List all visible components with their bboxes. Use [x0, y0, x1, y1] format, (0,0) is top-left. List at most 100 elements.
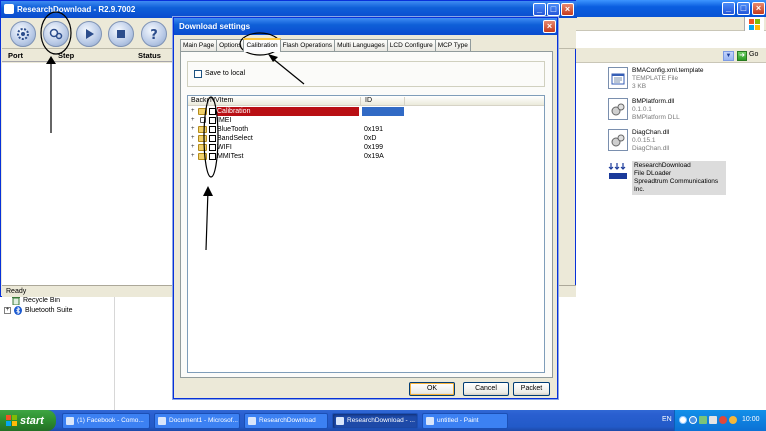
- settings-gear-icon: [17, 28, 29, 40]
- dll-file-icon: [608, 129, 628, 151]
- taskbar-item-word[interactable]: Document1 - Microsof...: [154, 413, 240, 429]
- backup-checkbox[interactable]: [209, 153, 216, 160]
- column-id[interactable]: ID: [363, 97, 405, 106]
- nv-item-id: [362, 107, 404, 116]
- explorer-address-bar: [560, 48, 766, 63]
- settings-tabs: Main Page Options Calibration Flash Oper…: [180, 38, 471, 52]
- nv-item-id: 0xD: [364, 135, 377, 142]
- save-to-local-checkbox[interactable]: [194, 70, 202, 78]
- stop-button[interactable]: [108, 21, 134, 47]
- ok-button[interactable]: OK: [409, 382, 455, 396]
- backup-checkbox[interactable]: [209, 126, 216, 133]
- research-download-icon: [608, 161, 628, 183]
- taskbar-item-research-download[interactable]: ResearchDownload - ...: [332, 413, 418, 429]
- nv-item-tree[interactable]: Backup NVItem ID + Calibration + IMEI + …: [187, 95, 545, 373]
- minimize-button[interactable]: _: [533, 3, 546, 16]
- folder-icon: [248, 417, 256, 425]
- column-backup[interactable]: Backup: [191, 97, 209, 106]
- file-description: BMPlatform DLL: [632, 114, 680, 121]
- taskbar-item-folder[interactable]: ResearchDownload: [244, 413, 328, 429]
- load-packet-icon: [49, 28, 63, 40]
- file-item[interactable]: DiagChan.dll 0.0.15.1 DiagChan.dll: [608, 129, 669, 153]
- window-title: ResearchDownload - R2.9.7002: [17, 5, 136, 14]
- file-name: ResearchDownload: [634, 162, 691, 169]
- cancel-button[interactable]: Cancel: [463, 382, 509, 396]
- dialog-title: Download settings: [179, 22, 251, 31]
- taskbar-item-label: (1) Facebook - Como...: [77, 417, 144, 424]
- taskbar-item-label: ResearchDownload: [259, 417, 316, 424]
- tree-item-bluetooth-suite[interactable]: + Bluetooth Suite: [4, 305, 72, 315]
- file-item[interactable]: BMPlatform.dll 0.1.0.1 BMPlatform DLL: [608, 98, 680, 122]
- column-nvitem[interactable]: NVItem: [210, 97, 361, 106]
- start-button[interactable]: [76, 21, 102, 47]
- dll-file-icon: [608, 98, 628, 120]
- column-step: Step: [58, 51, 75, 60]
- expand-plus-icon[interactable]: +: [191, 153, 196, 159]
- tree-item-mmitest[interactable]: + MMITest 0x19A: [188, 152, 544, 161]
- expand-plus-icon[interactable]: +: [191, 144, 196, 150]
- dialog-close-button[interactable]: ×: [543, 20, 556, 33]
- settings-button[interactable]: [10, 21, 36, 47]
- backup-checkbox[interactable]: [209, 135, 216, 142]
- start-button[interactable]: start: [0, 410, 56, 431]
- expand-plus-icon[interactable]: +: [191, 135, 196, 141]
- network-tray-icon[interactable]: [699, 416, 707, 424]
- help-tray-icon[interactable]: [679, 416, 687, 424]
- explorer-close-button[interactable]: ×: [752, 2, 765, 15]
- nv-item-label: BlueTooth: [217, 126, 249, 133]
- tab-calibration[interactable]: Calibration: [243, 38, 281, 52]
- tree-item-calibration[interactable]: + Calibration: [188, 107, 544, 116]
- backup-checkbox[interactable]: [209, 117, 216, 124]
- folder-icon: [198, 108, 207, 115]
- file-item[interactable]: BMAConfig.xml.template TEMPLATE File 3 K…: [608, 67, 704, 91]
- windows-logo-icon: [744, 17, 764, 31]
- browser-icon: [66, 417, 74, 425]
- file-type: TEMPLATE File: [632, 75, 679, 82]
- nv-item-label: WIFI: [217, 144, 232, 151]
- tree-item-wifi[interactable]: + WIFI 0x199: [188, 143, 544, 152]
- taskbar-item-facebook[interactable]: (1) Facebook - Como...: [62, 413, 150, 429]
- go-button[interactable]: Go: [749, 51, 758, 58]
- start-label: start: [20, 414, 44, 427]
- backup-checkbox[interactable]: [209, 144, 216, 151]
- expand-plus-icon[interactable]: +: [4, 306, 11, 314]
- status-text: Ready: [6, 288, 27, 295]
- tree-item-bluetooth[interactable]: + BlueTooth 0x191: [188, 125, 544, 134]
- expand-plus-icon[interactable]: +: [191, 108, 196, 114]
- file-company: Spreadtrum Communications Inc.: [634, 178, 719, 193]
- expand-plus-icon[interactable]: +: [191, 126, 196, 132]
- close-button[interactable]: ×: [561, 3, 574, 16]
- bluetooth-tray-icon[interactable]: [689, 416, 697, 424]
- nv-item-id: 0x191: [364, 126, 384, 133]
- expand-plus-icon[interactable]: +: [191, 117, 196, 123]
- maximize-button[interactable]: □: [547, 3, 560, 16]
- tree-item-imei[interactable]: + IMEI: [188, 116, 544, 125]
- backup-checkbox[interactable]: [209, 108, 216, 115]
- taskbar-item-paint[interactable]: untitled - Paint: [422, 413, 508, 429]
- go-arrow-icon[interactable]: ➜: [737, 51, 747, 61]
- update-tray-icon[interactable]: [729, 416, 737, 424]
- load-packet-button[interactable]: [43, 21, 69, 47]
- packet-button[interactable]: Packet: [513, 382, 550, 396]
- language-indicator[interactable]: EN: [662, 416, 672, 423]
- file-item-selected[interactable]: ResearchDownload File DLoader Spreadtrum…: [608, 161, 726, 195]
- folder-icon: [198, 153, 207, 160]
- taskbar: start (1) Facebook - Como... Document1 -…: [0, 410, 766, 431]
- address-dropdown-button[interactable]: ▼: [723, 51, 734, 61]
- file-description: File DLoader: [634, 170, 672, 177]
- folder-tree: Recycle Bin + Bluetooth Suite: [0, 291, 115, 410]
- windows-flag-icon: [6, 415, 17, 426]
- xml-file-icon: [608, 67, 628, 89]
- start-play-icon: [86, 29, 94, 39]
- volume-tray-icon[interactable]: [709, 416, 717, 424]
- explorer-maximize-button[interactable]: □: [737, 2, 750, 15]
- help-button[interactable]: ?: [141, 21, 167, 47]
- tree-item-bandselect[interactable]: + BandSelect 0xD: [188, 134, 544, 143]
- security-tray-icon[interactable]: [719, 416, 727, 424]
- file-name: BMPlatform.dll: [632, 98, 675, 105]
- folder-icon: [198, 144, 207, 151]
- column-port: Port: [8, 51, 23, 60]
- clock[interactable]: 10:00: [742, 416, 760, 423]
- explorer-minimize-button[interactable]: _: [722, 2, 735, 15]
- folder-icon: [198, 135, 207, 142]
